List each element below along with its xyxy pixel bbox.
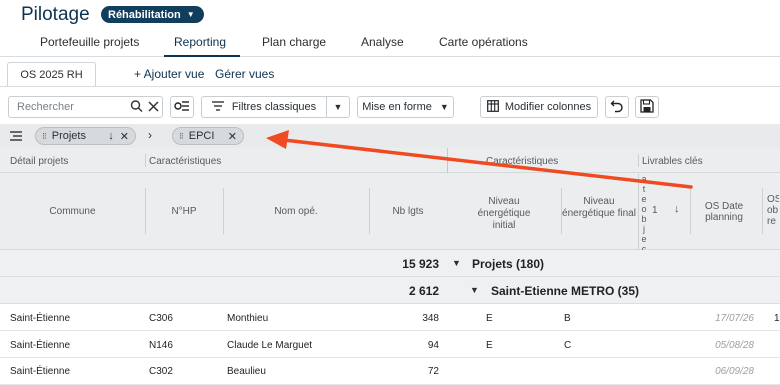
- annotation-arrow: [266, 130, 693, 189]
